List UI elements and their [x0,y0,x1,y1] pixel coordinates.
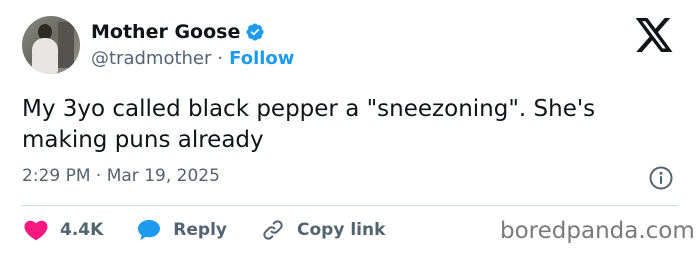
speech-bubble-icon [138,220,161,240]
reply-label: Reply [173,220,227,240]
avatar[interactable] [22,16,80,74]
verified-badge-icon [245,22,265,42]
author-handle[interactable]: @tradmother [91,48,211,69]
tweet-text: My 3yo called black pepper a "sneezoning… [22,96,596,153]
copy-link-button[interactable]: Copy link [261,218,385,242]
like-button[interactable]: 4.4K [24,219,103,241]
avatar-photo-background [58,22,74,68]
tweet-timestamp[interactable]: 2:29 PM · Mar 19, 2025 [22,166,220,186]
author-name[interactable]: Mother Goose [91,21,240,43]
x-logo-icon[interactable] [635,18,674,52]
copy-link-label: Copy link [297,220,386,240]
watermark: boredpanda.com [500,218,695,244]
follow-button[interactable]: Follow [229,48,294,69]
reply-button[interactable]: Reply [137,219,227,241]
handle-separator: · [217,48,224,69]
action-bar: 4.4K Reply Copy link [24,214,419,246]
like-count: 4.4K [60,220,104,240]
info-icon[interactable] [648,165,674,191]
heart-icon [24,220,48,241]
author-handle-row: @tradmother · Follow [91,48,294,69]
link-icon [263,220,283,240]
author-name-row: Mother Goose [91,20,265,44]
divider [22,205,678,206]
avatar-photo-body [32,38,58,74]
